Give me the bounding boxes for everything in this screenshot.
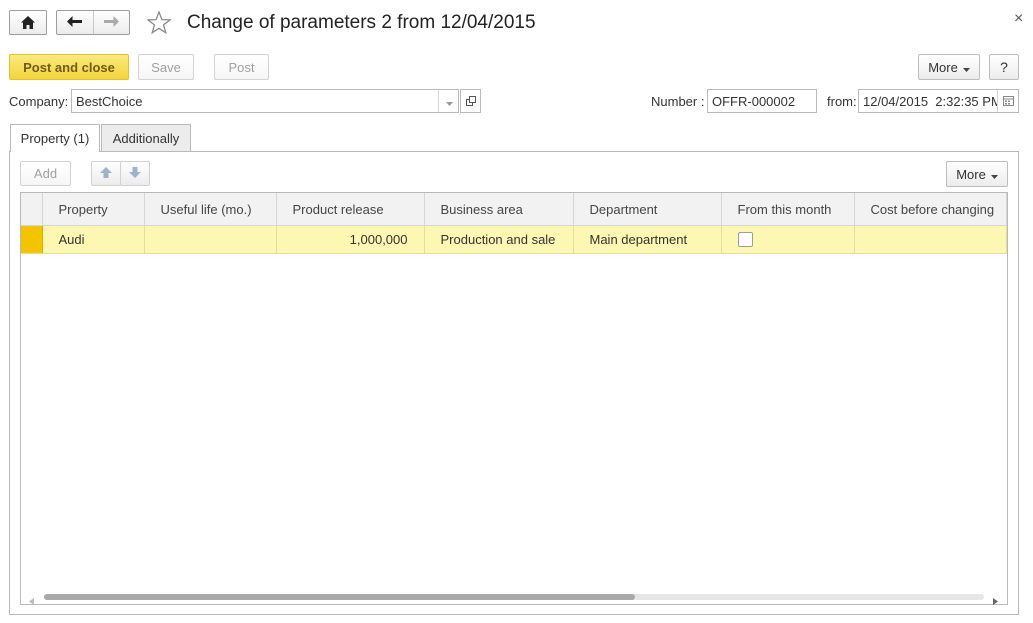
cell-useful-life[interactable] — [144, 225, 277, 254]
arrow-up-icon — [100, 166, 112, 181]
add-button[interactable]: Add — [20, 161, 71, 186]
column-header-business-area[interactable]: Business area — [424, 193, 574, 226]
column-header-property[interactable]: Property — [42, 193, 145, 226]
cell-department[interactable]: Main department — [573, 225, 722, 254]
help-button[interactable]: ? — [989, 54, 1019, 80]
column-header-cost-before-changing[interactable]: Cost before changing — [854, 193, 1007, 226]
tab-property[interactable]: Property (1) — [10, 124, 100, 152]
cell-from-this-month[interactable] — [721, 225, 855, 254]
table-row[interactable]: Audi 1,000,000 Production and sale Main … — [21, 225, 1007, 254]
number-field[interactable]: OFFR-000002 — [707, 89, 817, 113]
tab-additionally[interactable]: Additionally — [101, 124, 191, 151]
column-header-from-this-month[interactable]: From this month — [721, 193, 855, 226]
calendar-icon — [1002, 94, 1014, 109]
horizontal-scrollbar-thumb[interactable] — [44, 594, 635, 600]
arrow-right-icon — [103, 15, 119, 30]
more-button[interactable]: More — [918, 54, 980, 80]
star-icon[interactable] — [146, 10, 172, 37]
column-header-product-release[interactable]: Product release — [276, 193, 425, 226]
dropdown-arrow-icon — [962, 60, 970, 75]
date-value: 12/04/2015 2:32:35 PM — [863, 93, 998, 109]
row-marker — [21, 225, 43, 254]
page-title: Change of parameters 2 from 12/04/2015 — [187, 12, 536, 33]
more-button-label: More — [928, 59, 958, 75]
table-more-button[interactable]: More — [946, 161, 1008, 187]
open-company-button[interactable] — [460, 89, 481, 113]
cell-product-release[interactable]: 1,000,000 — [276, 225, 425, 254]
date-field[interactable]: 12/04/2015 2:32:35 PM — [858, 89, 998, 113]
save-button[interactable]: Save — [138, 54, 194, 80]
column-header-department[interactable]: Department — [573, 193, 722, 226]
scroll-left-arrow-icon[interactable] — [29, 593, 34, 608]
column-header-useful-life[interactable]: Useful life (mo.) — [144, 193, 277, 226]
home-icon — [10, 11, 46, 34]
from-label: from: — [827, 94, 857, 109]
company-dropdown-button[interactable] — [438, 90, 460, 112]
arrow-down-icon — [129, 166, 141, 181]
home-button[interactable] — [9, 10, 47, 35]
cell-property[interactable]: Audi — [42, 225, 145, 254]
row-marker-header — [21, 193, 43, 226]
company-value: BestChoice — [76, 93, 143, 109]
number-value: OFFR-000002 — [712, 93, 796, 109]
post-and-close-button[interactable]: Post and close — [9, 54, 129, 80]
move-up-button[interactable] — [91, 161, 121, 186]
close-icon[interactable]: × — [1014, 10, 1023, 28]
calendar-button[interactable] — [997, 89, 1019, 113]
table-header: Property Useful life (mo.) Product relea… — [21, 193, 1007, 226]
open-window-icon — [465, 94, 476, 109]
table-more-label: More — [956, 166, 986, 182]
from-this-month-checkbox[interactable] — [737, 232, 753, 247]
arrow-left-icon — [67, 15, 83, 30]
back-button[interactable] — [57, 11, 94, 34]
number-label: Number : — [651, 94, 705, 109]
forward-button[interactable] — [94, 11, 129, 34]
company-field[interactable]: BestChoice — [71, 89, 459, 113]
cell-business-area[interactable]: Production and sale — [424, 225, 574, 254]
chevron-down-icon — [446, 94, 453, 109]
cell-cost-before-changing[interactable] — [854, 225, 1007, 254]
move-down-button[interactable] — [120, 161, 150, 186]
history-nav — [56, 10, 130, 35]
dropdown-arrow-icon — [990, 167, 998, 182]
post-button[interactable]: Post — [214, 54, 269, 80]
scroll-right-arrow-icon[interactable] — [993, 593, 998, 608]
company-label: Company: — [9, 94, 69, 109]
property-table: Property Useful life (mo.) Product relea… — [20, 192, 1008, 605]
